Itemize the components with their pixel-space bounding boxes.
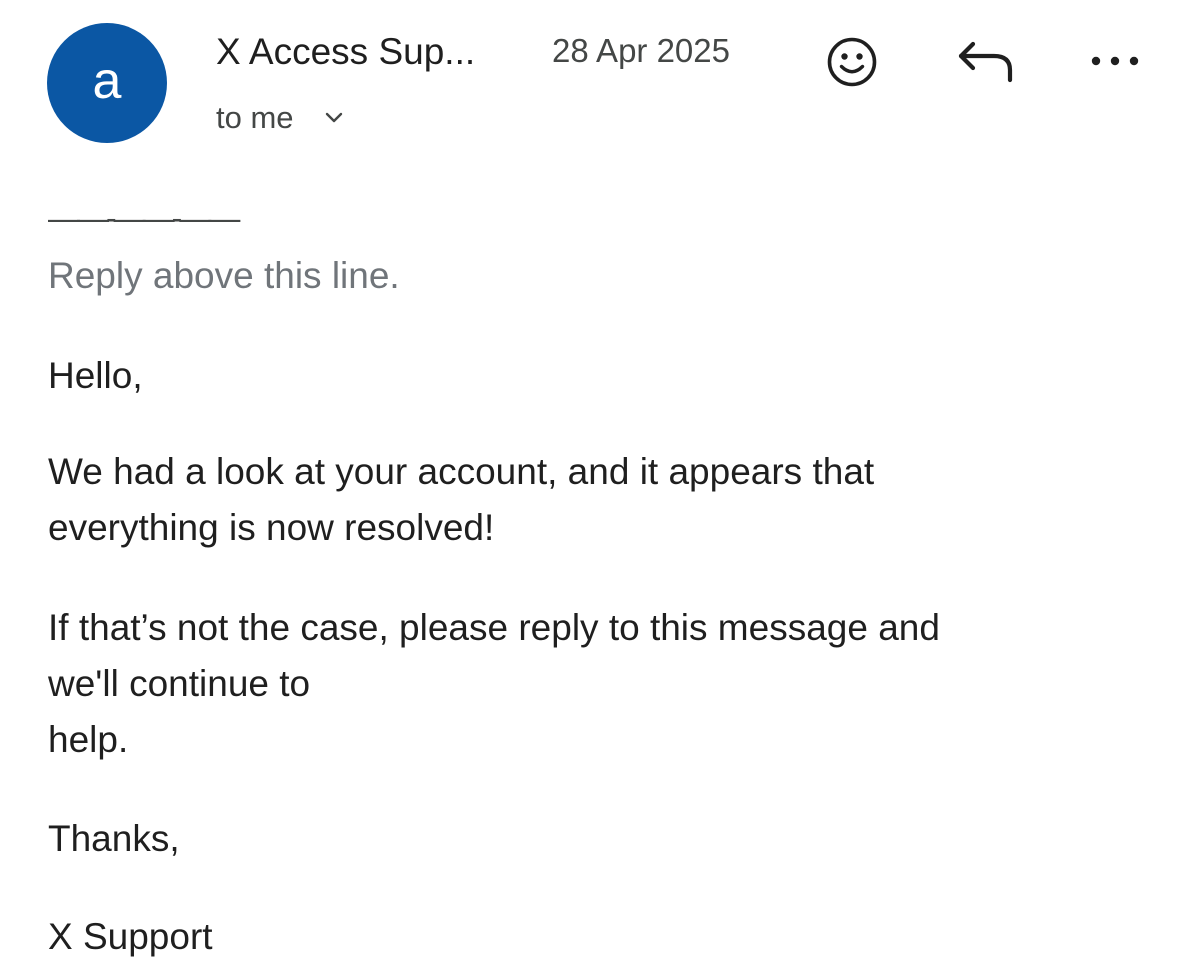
greeting-text: Hello, bbox=[48, 355, 143, 396]
message-paragraph-2: If that’s not the case, please reply to … bbox=[48, 600, 940, 768]
signoff-text: Thanks, bbox=[48, 818, 180, 859]
more-options-button[interactable] bbox=[1088, 50, 1142, 72]
message-paragraph-1: We had a look at your account, and it ap… bbox=[48, 444, 874, 556]
paragraph-line: help. bbox=[48, 719, 129, 760]
sender-name[interactable]: X Access Sup... bbox=[216, 30, 475, 74]
reply-hint-text: Reply above this line. bbox=[48, 255, 400, 296]
paragraph-line: We had a look at your account, and it ap… bbox=[48, 451, 875, 492]
paragraph-line: If that’s not the case, please reply to … bbox=[48, 607, 940, 648]
recipients-label: to me bbox=[216, 100, 294, 135]
signature-text: X Support bbox=[48, 916, 213, 957]
more-options-icon bbox=[1091, 56, 1139, 66]
reply-arrow-icon bbox=[958, 41, 1013, 83]
add-reaction-button[interactable] bbox=[826, 36, 878, 88]
paragraph-line: we'll continue to bbox=[48, 663, 311, 704]
chevron-down-icon bbox=[325, 112, 342, 123]
smiley-face-icon bbox=[827, 37, 877, 87]
sender-avatar[interactable]: a bbox=[47, 23, 167, 143]
paragraph-line: everything is now resolved! bbox=[48, 507, 495, 548]
recipients-toggle[interactable]: to me bbox=[216, 98, 344, 138]
reply-divider-line: ——-——-—— bbox=[48, 200, 240, 236]
message-date: 28 Apr 2025 bbox=[552, 32, 730, 69]
reply-button[interactable] bbox=[956, 38, 1016, 84]
